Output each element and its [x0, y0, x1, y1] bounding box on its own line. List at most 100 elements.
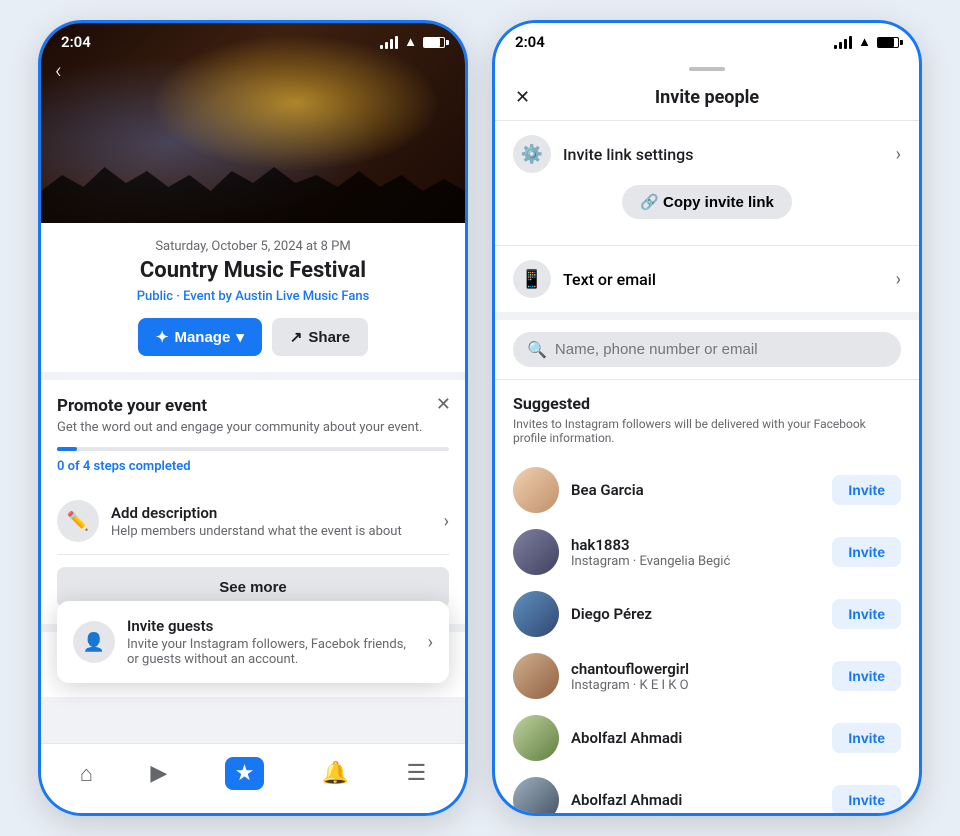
person-info: Bea Garcia — [571, 481, 820, 499]
search-icon: 🔍 — [527, 340, 547, 359]
avatar — [513, 777, 559, 816]
steps-completed: 0 of 4 steps completed — [57, 459, 449, 474]
event-date: Saturday, October 5, 2024 at 8 PM — [57, 239, 449, 254]
invite-guests-step[interactable]: 👤 Invite guests Invite your Instagram fo… — [73, 617, 433, 667]
manage-button[interactable]: ✦ Manage ▾ — [138, 318, 262, 356]
invite-button[interactable]: Invite — [832, 537, 901, 567]
person-row: Bea Garcia Invite — [513, 459, 901, 521]
phone-1-body: Saturday, October 5, 2024 at 8 PM Countr… — [41, 223, 465, 813]
edit-icon: ✏️ — [57, 500, 99, 542]
progress-bar-fill — [57, 447, 77, 451]
text-email-text: Text or email — [563, 270, 656, 289]
phone-1-status-icons: ▲ — [380, 34, 445, 50]
wifi-icon: ▲ — [404, 34, 417, 50]
phones-container: 2:04 ▲ ‹ Saturday, October 5, 202 — [38, 20, 922, 816]
progress-bar-track — [57, 447, 449, 451]
phone2-wifi-icon: ▲ — [858, 34, 871, 50]
phone-2-time: 2:04 — [515, 33, 545, 51]
person-info: Diego Pérez — [571, 605, 820, 623]
invite-button[interactable]: Invite — [832, 785, 901, 815]
phone-1-time: 2:04 — [61, 33, 91, 51]
back-button[interactable]: ‹ — [55, 59, 62, 84]
bottom-nav: ⌂ ▶ ★ 🔔 ☰ — [41, 743, 465, 813]
event-title: Country Music Festival — [57, 258, 449, 283]
avatar — [513, 591, 559, 637]
settings-icon: ⚙️ — [513, 135, 551, 173]
promote-card: Promote your event Get the word out and … — [41, 380, 465, 632]
invite-guests-content: Invite guests Invite your Instagram foll… — [127, 617, 416, 667]
invite-link-settings-row[interactable]: ⚙️ Invite link settings › — [513, 135, 901, 173]
phone-2-status-icons: ▲ — [834, 34, 899, 50]
avatar — [513, 715, 559, 761]
nav-video[interactable]: ▶ — [140, 755, 177, 792]
invite-button[interactable]: Invite — [832, 661, 901, 691]
invite-guests-icon: 👤 — [73, 621, 115, 663]
nav-notifications[interactable]: 🔔 — [312, 755, 359, 792]
nav-events[interactable]: ★ — [215, 751, 275, 796]
notifications-icon: 🔔 — [322, 761, 349, 786]
suggested-section: Suggested Invites to Instagram followers… — [495, 380, 919, 816]
person-sub: Instagram · K E I K O — [571, 678, 820, 693]
promote-title: Promote your event — [57, 396, 449, 416]
invite-button[interactable]: Invite — [832, 475, 901, 505]
step-desc: Help members understand what the event i… — [111, 524, 432, 539]
person-name: Abolfazl Ahmadi — [571, 791, 820, 809]
search-row: 🔍 — [495, 320, 919, 380]
person-row: Diego Pérez Invite — [513, 583, 901, 645]
share-label: Share — [308, 329, 350, 346]
step-title: Add description — [111, 504, 432, 522]
person-row: chantouflowergirl Instagram · K E I K O … — [513, 645, 901, 707]
nav-home[interactable]: ⌂ — [70, 755, 103, 793]
signal-icon — [380, 36, 398, 49]
event-organizer[interactable]: Austin Live Music Fans — [235, 289, 369, 304]
event-actions: ✦ Manage ▾ ↗ Share — [57, 318, 449, 356]
invite-button[interactable]: Invite — [832, 723, 901, 753]
phone-2-status-bar: 2:04 ▲ — [495, 23, 919, 55]
invite-close-button[interactable]: ✕ — [515, 87, 530, 108]
promote-close-button[interactable]: ✕ — [436, 394, 451, 415]
invite-guests-desc: Invite your Instagram followers, Facebok… — [127, 637, 416, 667]
person-info: hak1883 Instagram · Evangelia Begić — [571, 536, 820, 569]
promote-subtitle: Get the word out and engage your communi… — [57, 420, 449, 435]
person-name: Abolfazl Ahmadi — [571, 729, 820, 747]
event-meta-text: Public · Event by — [137, 289, 232, 304]
avatar — [513, 467, 559, 513]
event-info-card: Saturday, October 5, 2024 at 8 PM Countr… — [41, 223, 465, 380]
home-icon: ⌂ — [80, 761, 93, 787]
person-info: chantouflowergirl Instagram · K E I K O — [571, 660, 820, 693]
suggested-subtitle: Invites to Instagram followers will be d… — [513, 417, 901, 445]
suggested-title: Suggested — [513, 394, 901, 413]
settings-chevron-icon: › — [896, 144, 901, 165]
person-sub: Instagram · Evangelia Begić — [571, 554, 820, 569]
person-name: hak1883 — [571, 536, 820, 554]
share-button[interactable]: ↗ Share — [272, 318, 368, 356]
add-description-step[interactable]: ✏️ Add description Help members understa… — [57, 488, 449, 555]
event-meta: Public · Event by Austin Live Music Fans — [57, 289, 449, 304]
person-info: Abolfazl Ahmadi — [571, 791, 820, 809]
invite-header: ✕ Invite people — [495, 71, 919, 121]
person-name: Bea Garcia — [571, 481, 820, 499]
text-email-label: 📱 Text or email — [513, 260, 656, 298]
menu-icon: ☰ — [407, 761, 427, 786]
copy-invite-button[interactable]: 🔗 Copy invite link — [622, 185, 792, 219]
search-box: 🔍 — [513, 332, 901, 367]
nav-menu[interactable]: ☰ — [397, 755, 437, 792]
invite-popup: 👤 Invite guests Invite your Instagram fo… — [57, 601, 449, 683]
search-input[interactable] — [555, 341, 887, 358]
invite-button[interactable]: Invite — [832, 599, 901, 629]
invite-guests-title: Invite guests — [127, 617, 416, 635]
battery-icon — [423, 37, 445, 48]
text-email-chevron-icon: › — [896, 269, 901, 290]
phone-1-status-bar: 2:04 ▲ — [41, 23, 465, 55]
invite-link-settings-text: Invite link settings — [563, 145, 693, 164]
step-arrow-icon: › — [444, 511, 449, 532]
phone-1: 2:04 ▲ ‹ Saturday, October 5, 202 — [38, 20, 468, 816]
manage-chevron: ▾ — [236, 328, 244, 346]
person-name: Diego Pérez — [571, 605, 820, 623]
person-info: Abolfazl Ahmadi — [571, 729, 820, 747]
phone-icon: 📱 — [513, 260, 551, 298]
step-content: Add description Help members understand … — [111, 504, 432, 539]
text-email-row[interactable]: 📱 Text or email › — [495, 246, 919, 320]
invite-link-settings-section: ⚙️ Invite link settings › 🔗 Copy invite … — [495, 121, 919, 246]
avatar — [513, 529, 559, 575]
